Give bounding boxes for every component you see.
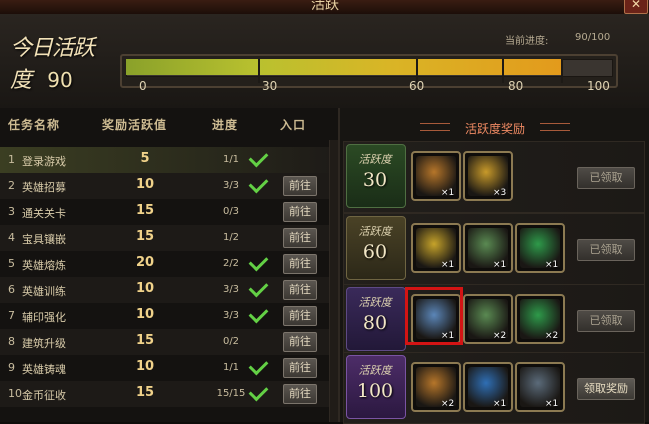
today-activity-value: 90: [47, 68, 73, 92]
item-quantity: ×1: [493, 260, 507, 270]
reward-title: 活跃度奖励: [464, 122, 525, 136]
tick-label: 0: [139, 79, 147, 93]
task-progress: 0/3: [222, 206, 240, 217]
task-number: 4: [8, 231, 15, 244]
task-progress: 2/2: [222, 258, 240, 269]
task-reward-value: 10: [135, 177, 155, 192]
task-name: 辅印强化: [22, 311, 66, 324]
task-progress: 1/2: [222, 232, 240, 243]
item-quantity: ×2: [441, 399, 455, 409]
item-quantity: ×1: [545, 260, 559, 270]
task-number: 6: [8, 283, 15, 296]
task-name: 建筑升级: [22, 337, 66, 350]
tier-badge-label: 活跃度: [358, 225, 392, 238]
task-reward-value: 15: [135, 333, 155, 348]
task-reward-value: 10: [135, 359, 155, 374]
tier-badge-level: 100: [356, 380, 394, 402]
progress-tick: [258, 59, 260, 83]
go-button[interactable]: 前往: [283, 176, 317, 196]
task-number: 1: [8, 153, 15, 166]
item-quantity: ×1: [545, 399, 559, 409]
task-reward-value: 10: [135, 281, 155, 296]
header-task-name: 任务名称: [8, 118, 61, 132]
tier-badge-level: 80: [362, 312, 388, 334]
item-quantity: ×2: [493, 331, 507, 341]
claimed-button: 已领取: [577, 167, 635, 189]
task-name: 登录游戏: [22, 155, 66, 168]
task-progress: 1/1: [222, 362, 240, 373]
item-quantity: ×1: [441, 188, 455, 198]
item-quantity: ×1: [493, 399, 507, 409]
header-reward: 奖励活跃值: [102, 118, 168, 132]
task-progress: 3/3: [222, 284, 240, 295]
claim-reward-button[interactable]: 领取奖励: [577, 378, 635, 400]
progress-tick: [561, 59, 563, 83]
tier-badge-level: 60: [362, 241, 388, 263]
tick-label: 100: [587, 79, 610, 93]
item-quantity: ×1: [441, 260, 455, 270]
tier-badge-label: 活跃度: [358, 364, 392, 377]
task-number: 2: [8, 179, 15, 192]
task-progress: 15/15: [216, 388, 246, 399]
scrollbar[interactable]: [329, 140, 338, 422]
go-button[interactable]: 前往: [283, 306, 317, 326]
go-button[interactable]: 前往: [283, 384, 317, 404]
header-entry: 入口: [280, 118, 307, 132]
tick-label: 60: [409, 79, 425, 93]
close-button[interactable]: ✕: [624, 0, 648, 14]
task-name: 宝具镶嵌: [22, 233, 66, 246]
task-name: 英雄招募: [22, 181, 66, 194]
progress-bar-fill: [126, 59, 563, 75]
task-progress: 0/2: [222, 336, 240, 347]
task-reward-value: 20: [135, 255, 155, 270]
go-button[interactable]: 前往: [283, 254, 317, 274]
task-number: 8: [8, 335, 15, 348]
task-number: 9: [8, 361, 15, 374]
item-quantity: ×3: [493, 188, 507, 198]
task-progress: 1/1: [222, 154, 240, 165]
go-button[interactable]: 前往: [283, 202, 317, 222]
go-button[interactable]: 前往: [283, 228, 317, 248]
header-progress: 进度: [212, 118, 239, 132]
task-number: 7: [8, 309, 15, 322]
task-number: 5: [8, 257, 15, 270]
task-name: 通关关卡: [22, 207, 66, 220]
progress-tick: [502, 59, 504, 83]
task-reward-value: 5: [140, 151, 150, 166]
task-name: 英雄熔炼: [22, 259, 66, 272]
task-reward-value: 10: [135, 307, 155, 322]
task-number: 10: [8, 387, 22, 400]
task-number: 3: [8, 205, 15, 218]
tick-label: 30: [262, 79, 278, 93]
tier-badge-level: 30: [362, 169, 388, 191]
claimed-button: 已领取: [577, 310, 635, 332]
item-quantity: ×2: [545, 331, 559, 341]
claimed-button: 已领取: [577, 239, 635, 261]
task-reward-value: 15: [135, 385, 155, 400]
progress-value: 90/100: [575, 32, 611, 43]
go-button[interactable]: 前往: [283, 358, 317, 378]
task-name: 英雄铸魂: [22, 363, 66, 376]
task-progress: 3/3: [222, 180, 240, 191]
task-name: 英雄训练: [22, 285, 66, 298]
task-reward-value: 15: [135, 203, 155, 218]
tick-label: 80: [508, 79, 524, 93]
highlight-box: [405, 287, 463, 345]
window-title: 活跃: [311, 0, 339, 13]
task-progress: 3/3: [222, 310, 240, 321]
tier-badge-label: 活跃度: [358, 296, 392, 309]
tier-badge-label: 活跃度: [358, 153, 392, 166]
task-reward-value: 15: [135, 229, 155, 244]
go-button[interactable]: 前往: [283, 332, 317, 352]
task-name: 金币征收: [22, 389, 66, 402]
progress-label: 当前进度:: [505, 36, 549, 47]
go-button[interactable]: 前往: [283, 280, 317, 300]
